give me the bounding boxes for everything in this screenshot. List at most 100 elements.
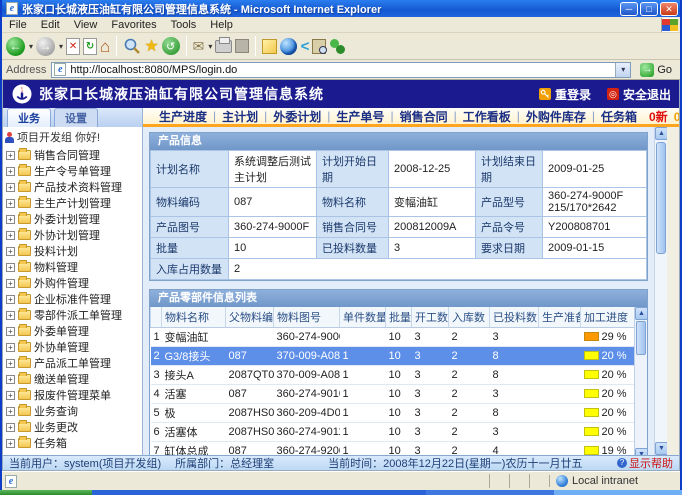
show-help-link[interactable]: ? 显示帮助 — [617, 455, 673, 470]
favorites-icon[interactable]: ★ — [144, 36, 158, 56]
sidebar-item[interactable]: +销售合同管理 — [3, 147, 142, 163]
refresh-icon[interactable]: ↻ — [83, 38, 97, 55]
home-icon[interactable]: ⌂ — [100, 38, 110, 55]
nav-item[interactable]: 外委计划 — [267, 108, 327, 125]
nav-item[interactable]: 生产单号 — [330, 108, 390, 125]
menu-item[interactable]: Help — [203, 19, 240, 31]
column-header[interactable]: 生产准备 — [539, 307, 581, 328]
scroll-thumb[interactable] — [636, 321, 646, 355]
forward-dropdown-icon[interactable]: ▾ — [59, 42, 63, 51]
tab-business[interactable]: 业务 — [7, 108, 51, 127]
go-button[interactable]: → Go — [636, 63, 676, 77]
expand-icon[interactable]: + — [6, 407, 15, 416]
scroll-down-icon[interactable]: ▼ — [635, 448, 648, 455]
research-icon[interactable] — [312, 39, 326, 54]
history-icon[interactable]: ↺ — [162, 37, 180, 55]
column-header[interactable]: 开工数 — [412, 307, 449, 328]
back-icon[interactable]: ← — [6, 37, 25, 56]
menu-item[interactable]: Tools — [164, 19, 204, 31]
table-row[interactable]: 6活塞体2087HS002360-274-9011W11032320 % — [151, 423, 635, 442]
scroll-thumb[interactable] — [656, 142, 666, 254]
nav-item[interactable]: 销售合同 — [394, 108, 454, 125]
sidebar-item[interactable]: +零部件派工单管理 — [3, 307, 142, 323]
expand-icon[interactable]: + — [6, 359, 15, 368]
tab-settings[interactable]: 设置 — [54, 108, 98, 127]
forward-icon[interactable]: → — [36, 37, 55, 56]
column-header[interactable]: 入库数 — [449, 307, 490, 328]
sidebar-item[interactable]: +主生产计划管理 — [3, 195, 142, 211]
expand-icon[interactable]: + — [6, 375, 15, 384]
expand-icon[interactable]: + — [6, 311, 15, 320]
stop-icon[interactable]: ✕ — [66, 38, 80, 55]
sidebar-item[interactable]: +产品技术资料管理 — [3, 179, 142, 195]
sidebar-item[interactable]: +物料管理 — [3, 259, 142, 275]
sidebar-item[interactable]: +外协计划管理 — [3, 227, 142, 243]
maximize-button[interactable]: □ — [640, 2, 658, 16]
table-row[interactable]: 5极2087HS002360-209-4D01011032820 % — [151, 404, 635, 423]
column-header[interactable]: 物料名称 — [162, 307, 226, 328]
address-dropdown-icon[interactable]: ▾ — [615, 63, 630, 77]
sidebar-item[interactable]: +外协单管理 — [3, 339, 142, 355]
expand-icon[interactable]: + — [6, 279, 15, 288]
table-row[interactable]: 2G3/8接头087370-009-A084011032820 % — [151, 347, 635, 366]
nav-item[interactable]: 任务箱 — [595, 108, 643, 125]
start-button[interactable] — [0, 490, 92, 495]
sidebar-item[interactable]: +外购件管理 — [3, 275, 142, 291]
mail-icon[interactable]: ✉ — [193, 38, 205, 55]
taskbar-task[interactable] — [426, 490, 554, 495]
address-input[interactable]: e http://localhost:8080/MPS/login.do ▾ — [51, 62, 631, 78]
menu-item[interactable]: Favorites — [104, 19, 163, 31]
expand-icon[interactable]: + — [6, 183, 15, 192]
page-scrollbar[interactable]: ▲ ▼ — [654, 127, 667, 455]
table-row[interactable]: 1变幅油缸360-274-9000F1032329 % — [151, 328, 635, 347]
expand-icon[interactable]: + — [6, 215, 15, 224]
expand-icon[interactable]: + — [6, 167, 15, 176]
mail-dropdown-icon[interactable]: ▾ — [208, 42, 212, 51]
close-button[interactable]: ✕ — [660, 2, 678, 16]
messenger-globe-icon[interactable] — [280, 38, 297, 55]
column-header[interactable]: 父物料编码 — [226, 307, 274, 328]
sidebar-item[interactable]: +外委计划管理 — [3, 211, 142, 227]
table-row[interactable]: 3接头A2087QT002370-009-A085011032820 % — [151, 366, 635, 385]
expand-icon[interactable]: + — [6, 151, 15, 160]
sidebar-item[interactable]: +外委单管理 — [3, 323, 142, 339]
notes-icon[interactable] — [262, 39, 277, 54]
logout-button[interactable]: ◎ 安全退出 — [607, 86, 671, 103]
print-icon[interactable] — [215, 40, 232, 53]
search-icon[interactable] — [123, 37, 141, 55]
expand-icon[interactable]: + — [6, 327, 15, 336]
sidebar-item[interactable]: +任务箱 — [3, 435, 142, 451]
expand-icon[interactable]: + — [6, 343, 15, 352]
sidebar-item[interactable]: +业务查询 — [3, 403, 142, 419]
relogin-button[interactable]: 重登录 — [539, 86, 591, 103]
windows-taskbar[interactable] — [0, 490, 682, 495]
expand-icon[interactable]: + — [6, 439, 15, 448]
sidebar-item[interactable]: +投料计划 — [3, 243, 142, 259]
expand-icon[interactable]: + — [6, 295, 15, 304]
expand-icon[interactable]: + — [6, 263, 15, 272]
expand-icon[interactable]: + — [6, 231, 15, 240]
column-header[interactable]: 已投料数 — [490, 307, 539, 328]
scroll-up-icon[interactable]: ▲ — [635, 307, 648, 320]
menu-item[interactable]: Edit — [34, 19, 67, 31]
nav-item[interactable]: 工作看板 — [457, 108, 517, 125]
column-header[interactable]: 单件数量 — [340, 307, 386, 328]
sidebar-item[interactable]: +产品派工单管理 — [3, 355, 142, 371]
sidebar-item[interactable]: +业务更改 — [3, 419, 142, 435]
msn-messenger-icon[interactable] — [329, 38, 345, 54]
sidebar-item[interactable]: +生产令号单管理 — [3, 163, 142, 179]
nav-item[interactable]: 主计划 — [216, 108, 264, 125]
table-row[interactable]: 4活塞087360-274-9010F11032320 % — [151, 385, 635, 404]
quick-launch-icon[interactable]: < — [300, 38, 309, 55]
edit-icon[interactable] — [235, 39, 249, 53]
parts-vertical-scrollbar[interactable]: ▲ ▼ — [634, 307, 647, 455]
nav-item[interactable]: 生产进度 — [153, 108, 213, 125]
nav-item[interactable]: 外购件库存 — [520, 108, 592, 125]
column-header[interactable]: 物料图号 — [274, 307, 340, 328]
back-dropdown-icon[interactable]: ▾ — [29, 42, 33, 51]
column-header[interactable] — [151, 307, 162, 328]
expand-icon[interactable]: + — [6, 391, 15, 400]
table-row[interactable]: 7缸体总成087360-274-9200F11032419 % — [151, 442, 635, 456]
menu-item[interactable]: File — [2, 19, 34, 31]
sidebar-item[interactable]: +报废件管理菜单 — [3, 387, 142, 403]
